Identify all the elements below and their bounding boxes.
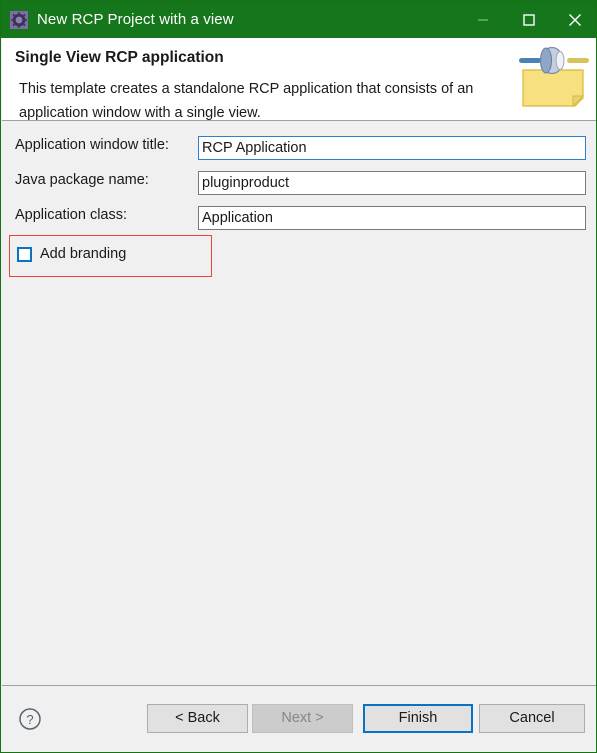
label-application-class: Application class: (15, 207, 128, 223)
back-button[interactable]: < Back (147, 704, 248, 733)
close-icon[interactable] (552, 1, 596, 38)
dialog-header: Single View RCP application This templat… (2, 38, 596, 121)
label-application-window-title: Application window title: (15, 137, 169, 153)
field-row-window-title: Application window title: (2, 136, 596, 160)
input-java-package-name[interactable] (198, 171, 586, 195)
label-java-package-name: Java package name: (15, 172, 149, 188)
minimize-icon[interactable] (460, 1, 506, 38)
checkbox-box[interactable] (17, 246, 32, 262)
input-application-window-title[interactable] (198, 136, 586, 160)
help-icon[interactable]: ? (18, 707, 42, 731)
title-bar[interactable]: New RCP Project with a view (1, 1, 596, 38)
dialog-window: New RCP Project with a view Single View … (0, 0, 597, 753)
window-controls (460, 1, 596, 38)
gear-icon (10, 10, 28, 29)
cancel-button[interactable]: Cancel (479, 704, 585, 733)
maximize-icon[interactable] (506, 1, 552, 38)
field-row-java-package: Java package name: (2, 171, 596, 195)
dialog-footer: ? < Back Next > Finish Cancel (2, 686, 596, 752)
finish-button[interactable]: Finish (363, 704, 473, 733)
window-title: New RCP Project with a view (37, 11, 234, 28)
checkbox-add-branding[interactable]: Add branding (17, 246, 126, 262)
plugin-folder-icon (515, 42, 591, 112)
page-title: Single View RCP application (15, 49, 224, 66)
svg-text:?: ? (26, 712, 33, 727)
input-application-class[interactable] (198, 206, 586, 230)
dialog-body: Application window title: Java package n… (2, 122, 596, 685)
field-row-application-class: Application class: (2, 206, 596, 230)
checkbox-label: Add branding (40, 246, 127, 262)
page-description: This template creates a standalone RCP a… (19, 81, 474, 121)
next-button: Next > (252, 704, 353, 733)
